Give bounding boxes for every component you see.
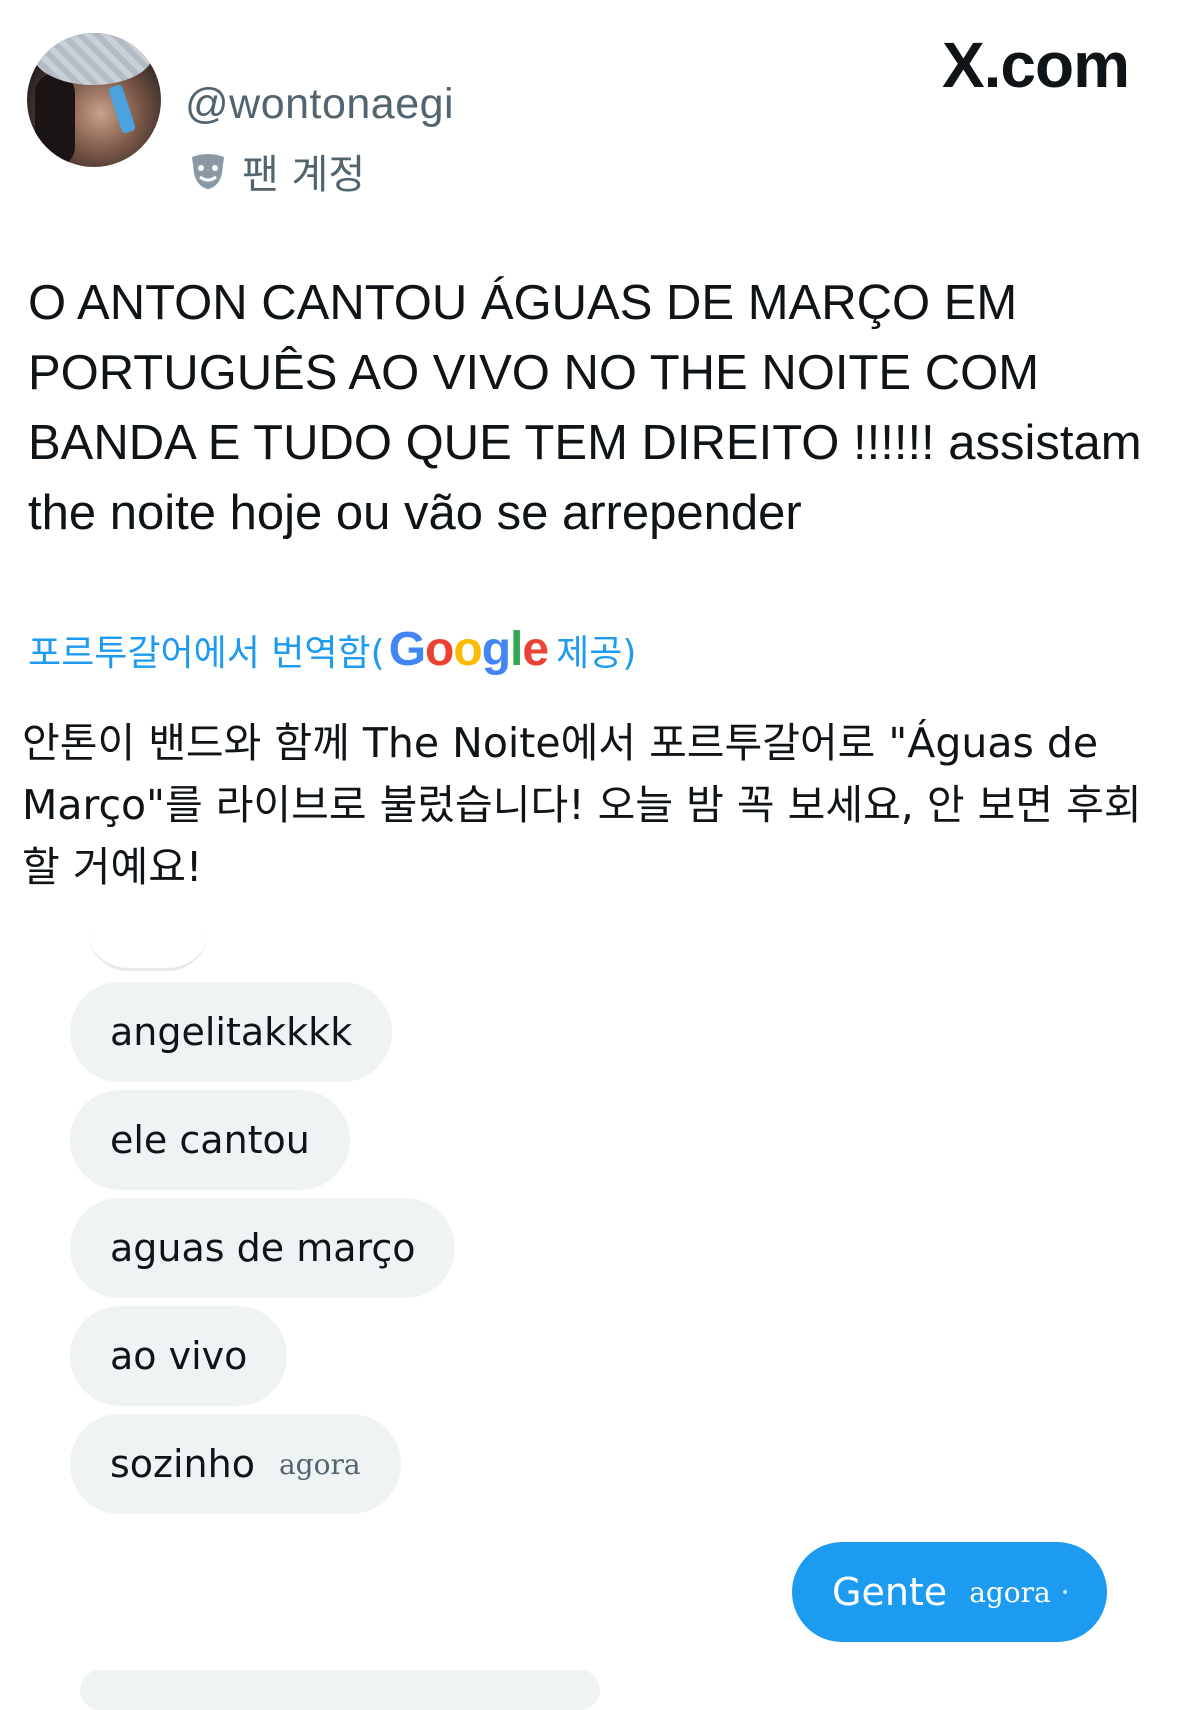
translation-line: 할 거예요! — [22, 843, 203, 891]
theater-mask-icon — [192, 154, 224, 189]
message-bubble-sent[interactable]: Gente agora — [792, 1542, 1107, 1642]
message-bubble-received[interactable]: ao vivo — [70, 1306, 288, 1406]
message-text: Gente — [832, 1570, 948, 1614]
message-time: agora — [969, 1575, 1051, 1609]
tweet-line: O ANTON CANTOU ÁGUAS DE MARÇO EM — [28, 276, 1018, 330]
username[interactable]: @wontonaegi — [185, 80, 454, 129]
message-bubble-received[interactable]: angelitakkkk — [70, 982, 393, 1082]
message-bubble-received[interactable]: ele cantou — [70, 1090, 350, 1190]
account-type-label: 팬 계정 — [242, 152, 366, 198]
account-type-row: 팬 계정 — [188, 142, 365, 200]
translation-line: 안톤이 밴드와 함께 The Noite에서 포르투갈어로 "Águas de — [22, 719, 1099, 767]
google-logo: Google — [388, 622, 549, 677]
message-bubble-received[interactable]: aguas de março — [70, 1198, 456, 1298]
tweet-line: PORTUGUÊS AO VIVO NO THE NOITE COM — [28, 346, 1040, 400]
tweet-line: the noite hoje ou vão se arrepender — [28, 486, 802, 540]
translated-by-link[interactable]: 포르투갈어에서 번역함( Google 제공) — [28, 622, 636, 677]
site-logo: X.com — [941, 29, 1130, 101]
message-time: agora — [278, 1447, 361, 1481]
avatar[interactable] — [27, 33, 161, 167]
translation-line: Março"를 라이브로 불렀습니다! 오늘 밤 꼭 보세요, 안 보면 후회 — [22, 781, 1142, 829]
avatar-hair — [35, 73, 75, 167]
translated-suffix: 제공) — [556, 632, 637, 674]
check-circle-icon — [1063, 1590, 1067, 1594]
google-logo-text: Google — [388, 623, 549, 676]
tweet-line: BANDA E TUDO QUE TEM DIREITO !!!!!! assi… — [28, 416, 1142, 470]
message-text: ao vivo — [110, 1334, 248, 1378]
message-bubble-partial — [88, 920, 208, 971]
tweet-text: O ANTON CANTOU ÁGUAS DE MARÇO EM PORTUGU… — [28, 268, 1158, 548]
avatar-phone — [107, 84, 137, 134]
message-bubble-partial — [80, 1670, 600, 1710]
message-text: aguas de março — [110, 1226, 416, 1270]
message-text: angelitakkkk — [110, 1010, 353, 1054]
message-text: ele cantou — [110, 1118, 310, 1162]
translated-prefix: 포르투갈어에서 번역함( — [28, 632, 385, 674]
translated-text: 안톤이 밴드와 함께 The Noite에서 포르투갈어로 "Águas de … — [22, 712, 1162, 898]
message-text: sozinho — [110, 1442, 255, 1486]
message-bubble-received[interactable]: sozinho agora — [70, 1414, 401, 1514]
